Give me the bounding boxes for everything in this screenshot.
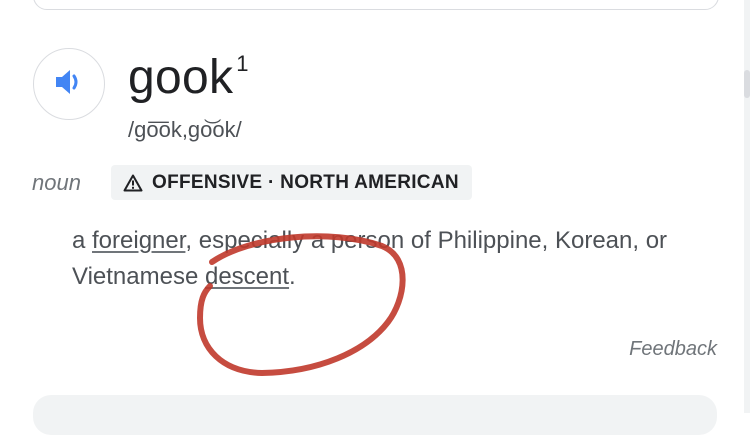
warning-triangle-icon (123, 174, 143, 192)
phonetic-spelling: /go͞ok,go͝ok/ (128, 117, 242, 142)
descent-link[interactable]: descent (205, 263, 289, 290)
feedback-link[interactable]: Feedback (629, 336, 717, 362)
headword-text: gook (128, 51, 234, 104)
speaker-icon (54, 68, 84, 101)
play-pronunciation-button[interactable] (33, 48, 105, 120)
scrollbar-track[interactable] (744, 0, 750, 413)
headword-superscript: 1 (236, 51, 249, 76)
usage-label-text: OFFENSIVE · NORTH AMERICAN (152, 171, 459, 193)
usage-label-badge: OFFENSIVE · NORTH AMERICAN (111, 165, 472, 200)
foreigner-link[interactable]: foreigner (92, 227, 185, 254)
scrollbar-thumb[interactable] (744, 70, 750, 98)
next-result-card (33, 395, 717, 435)
definition-text-part: a (72, 227, 93, 254)
headword: gook 1 (128, 50, 249, 114)
part-of-speech: noun (32, 170, 81, 195)
definition-text-part: . (289, 263, 296, 290)
definition-text: a foreigner, especially a person of Phil… (72, 223, 672, 295)
previous-result-card (33, 0, 719, 10)
